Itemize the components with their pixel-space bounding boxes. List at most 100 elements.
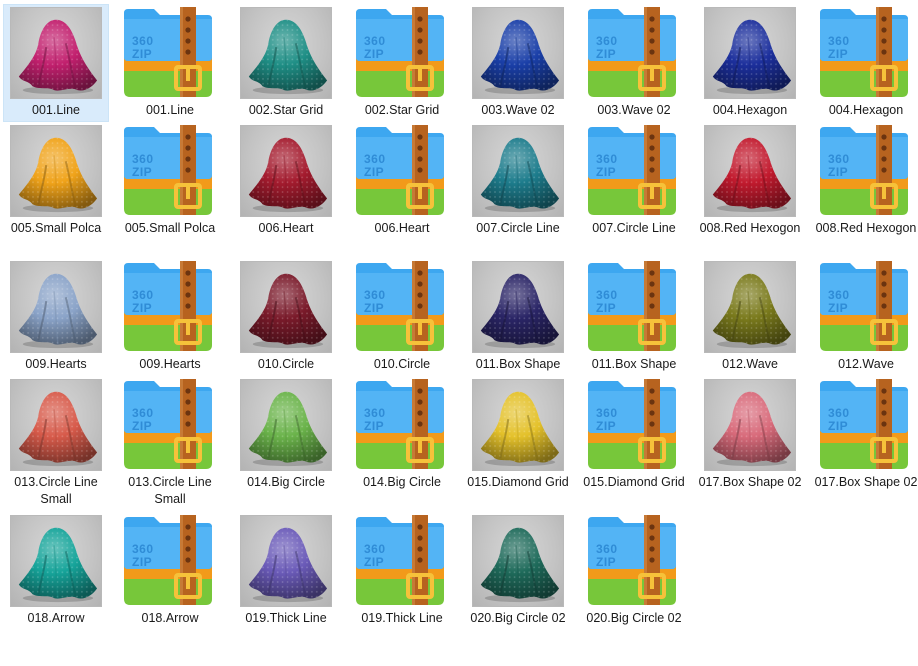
svg-text:360: 360 [364,542,386,556]
360zip-archive-icon[interactable]: 360 ZIP [120,123,216,219]
360zip-archive-icon[interactable]: 360 ZIP [816,377,912,473]
svg-text:ZIP: ZIP [364,47,384,61]
image-file-item[interactable]: 009.Hearts [3,258,109,376]
image-file-item[interactable]: 008.Red Hexogon [697,122,803,240]
zip-file-item[interactable]: 360 ZIP 004.Hexagon [813,4,918,122]
image-thumbnail-icon[interactable] [704,125,796,217]
360zip-archive-icon[interactable]: 360 ZIP [352,513,448,609]
zip-file-item[interactable]: 360 ZIP 008.Red Hexogon [813,122,918,240]
image-thumbnail-icon[interactable] [472,379,564,471]
image-file-item[interactable]: 015.Diamond Grid [465,376,571,494]
image-file-item[interactable]: 012.Wave [697,258,803,376]
image-thumbnail-icon[interactable] [704,261,796,353]
image-file-item[interactable]: 020.Big Circle 02 [465,512,571,630]
image-thumbnail-icon[interactable] [10,515,102,607]
image-thumbnail-icon[interactable] [472,7,564,99]
image-file-item[interactable]: 018.Arrow [3,512,109,630]
svg-text:ZIP: ZIP [828,165,848,179]
file-name-label: 006.Heart [374,221,430,235]
image-thumbnail-icon[interactable] [472,125,564,217]
zip-file-item[interactable]: 360 ZIP 011.Box Shape [581,258,687,376]
image-thumbnail-icon[interactable] [472,261,564,353]
image-thumbnail-icon[interactable] [704,7,796,99]
zip-file-item[interactable]: 360 ZIP 010.Circle [349,258,455,376]
360zip-archive-icon[interactable]: 360 ZIP [816,123,912,219]
zip-file-item[interactable]: 360 ZIP 006.Heart [349,122,455,240]
image-file-item[interactable]: 019.Thick Line [233,512,339,630]
zip-file-item[interactable]: 360 ZIP 014.Big Circle [349,376,455,494]
image-thumbnail-icon[interactable] [10,7,102,99]
zip-file-item[interactable]: 360 ZIP 001.Line [117,4,223,122]
svg-text:360: 360 [596,406,618,420]
360zip-archive-icon[interactable]: 360 ZIP [816,259,912,355]
file-name-label: 008.Red Hexogon [815,221,917,235]
360zip-archive-icon[interactable]: 360 ZIP [584,259,680,355]
360zip-archive-icon[interactable]: 360 ZIP [584,123,680,219]
image-file-item[interactable]: 004.Hexagon [697,4,803,122]
image-file-item[interactable]: 013.Circle Line Small [3,376,109,506]
image-thumbnail-icon[interactable] [704,379,796,471]
file-name-label: 020.Big Circle 02 [586,611,682,625]
file-name-label: 005.Small Polca [124,221,216,235]
zip-file-item[interactable]: 360 ZIP 003.Wave 02 [581,4,687,122]
image-thumbnail-icon[interactable] [240,125,332,217]
360zip-archive-icon[interactable]: 360 ZIP [584,377,680,473]
image-file-item[interactable]: 017.Box Shape 02 [697,376,803,494]
360zip-archive-icon[interactable]: 360 ZIP [120,377,216,473]
zip-file-item[interactable]: 360 ZIP 009.Hearts [117,258,223,376]
360zip-archive-icon[interactable]: 360 ZIP [120,513,216,609]
file-name-label: 007.Circle Line [476,221,560,235]
image-thumbnail-icon[interactable] [10,125,102,217]
svg-text:ZIP: ZIP [596,419,616,433]
image-file-item[interactable]: 002.Star Grid [233,4,339,122]
360zip-archive-icon[interactable]: 360 ZIP [352,259,448,355]
file-name-label: 009.Hearts [25,357,87,371]
file-name-label: 011.Box Shape [475,357,561,371]
image-file-item[interactable]: 006.Heart [233,122,339,240]
zip-file-item[interactable]: 360 ZIP 005.Small Polca [117,122,223,240]
file-name-label: 017.Box Shape 02 [698,475,802,489]
file-name-label: 010.Circle [257,357,315,371]
file-name-label: 003.Wave 02 [597,103,671,117]
file-name-label: 012.Wave [838,357,894,371]
zip-file-item[interactable]: 360 ZIP 013.Circle Line Small [117,376,223,506]
svg-text:360: 360 [132,34,154,48]
zip-file-item[interactable]: 360 ZIP 002.Star Grid [349,4,455,122]
svg-text:ZIP: ZIP [132,419,152,433]
image-file-item[interactable]: 007.Circle Line [465,122,571,240]
image-thumbnail-icon[interactable] [240,7,332,99]
image-thumbnail-icon[interactable] [10,379,102,471]
svg-text:ZIP: ZIP [364,165,384,179]
360zip-archive-icon[interactable]: 360 ZIP [584,5,680,101]
image-file-item[interactable]: 005.Small Polca [3,122,109,240]
image-file-item[interactable]: 011.Box Shape [465,258,571,376]
zip-file-item[interactable]: 360 ZIP 017.Box Shape 02 [813,376,918,494]
image-thumbnail-icon[interactable] [240,515,332,607]
zip-file-item[interactable]: 360 ZIP 020.Big Circle 02 [581,512,687,630]
360zip-archive-icon[interactable]: 360 ZIP [584,513,680,609]
image-thumbnail-icon[interactable] [240,379,332,471]
360zip-archive-icon[interactable]: 360 ZIP [816,5,912,101]
image-file-item[interactable]: 001.Line [3,4,109,122]
image-file-item[interactable]: 010.Circle [233,258,339,376]
360zip-archive-icon[interactable]: 360 ZIP [120,5,216,101]
image-file-item[interactable]: 003.Wave 02 [465,4,571,122]
image-thumbnail-icon[interactable] [10,261,102,353]
image-thumbnail-icon[interactable] [472,515,564,607]
zip-file-item[interactable]: 360 ZIP 012.Wave [813,258,918,376]
360zip-archive-icon[interactable]: 360 ZIP [352,377,448,473]
svg-text:360: 360 [596,152,618,166]
svg-text:ZIP: ZIP [132,165,152,179]
zip-file-item[interactable]: 360 ZIP 019.Thick Line [349,512,455,630]
360zip-archive-icon[interactable]: 360 ZIP [352,123,448,219]
zip-file-item[interactable]: 360 ZIP 007.Circle Line [581,122,687,240]
zip-file-item[interactable]: 360 ZIP 018.Arrow [117,512,223,630]
file-name-label: 001.Line [146,103,194,117]
image-file-item[interactable]: 014.Big Circle [233,376,339,494]
360zip-archive-icon[interactable]: 360 ZIP [352,5,448,101]
file-name-label: 007.Circle Line [592,221,676,235]
zip-file-item[interactable]: 360 ZIP 015.Diamond Grid [581,376,687,494]
360zip-archive-icon[interactable]: 360 ZIP [120,259,216,355]
svg-text:360: 360 [364,288,386,302]
image-thumbnail-icon[interactable] [240,261,332,353]
